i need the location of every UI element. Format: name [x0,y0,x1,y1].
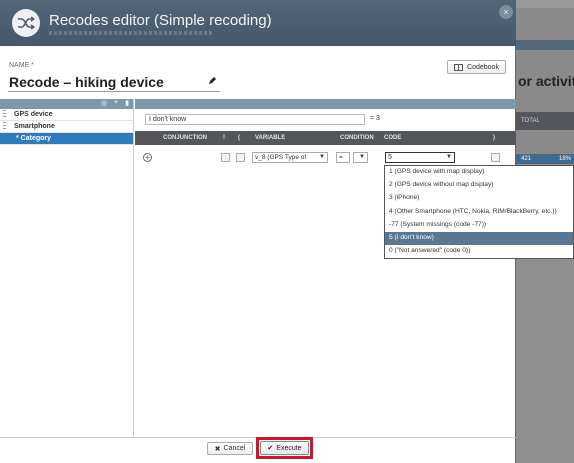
dialog-title: Recodes editor (Simple recoding) [49,12,272,29]
eye-icon[interactable]: ◎ [101,99,107,107]
background-column-header: TOTAL [515,112,574,130]
background-topbar [515,0,574,8]
code-dropdown-list: 1 (GPS device with map display) 2 (GPS d… [384,165,574,259]
tree-item-gps-device[interactable]: GPS device [0,109,133,121]
cancel-label: Cancel [223,445,246,452]
condition-row: + v_8 (GPS Type of ▼ = ▼ 5 ▼ [135,152,516,164]
pencil-icon[interactable] [208,76,217,85]
dialog-titlebar: Recodes editor (Simple recoding) × [0,0,516,46]
tree-item-label: Smartphone [14,123,55,130]
column-not: ! [223,135,225,141]
column-condition: CONDITION [340,135,374,141]
add-condition-icon[interactable]: + [143,153,152,162]
background-row: 421 18% [515,154,574,164]
code-option[interactable]: 4 (Other Smartphone (HTC, Nokia, RIM/Bla… [385,206,573,219]
category-value-label: = 3 [370,115,380,122]
condition-operator-value: = [339,154,343,161]
close-icon: ✖ [214,445,221,453]
codebook-label: Codebook [467,63,499,71]
column-close-paren: ) [493,135,495,141]
name-field[interactable]: Recode – hiking device [8,72,220,92]
code-select-value: 5 [388,154,392,161]
drag-handle-icon[interactable] [3,122,6,131]
open-paren-checkbox[interactable] [236,153,245,162]
variable-select[interactable]: v_8 (GPS Type of ▼ [252,152,328,163]
background-title: or activity [518,73,574,89]
variable-select-value: v_8 (GPS Type of [255,154,307,161]
category-label-input[interactable]: I don't know [145,114,365,125]
tree-item-category[interactable]: * Category [0,133,133,145]
code-select[interactable]: 5 ▼ [385,152,455,163]
chevron-down-icon: ▼ [446,154,452,160]
code-option[interactable]: -77 (System missings (code -77)) [385,219,573,232]
code-option[interactable]: 3 (iPhone) [385,192,573,205]
detail-header [135,99,516,109]
code-option[interactable]: 1 (GPS device with map display) [385,166,573,179]
code-option[interactable]: 2 (GPS device without map display) [385,179,573,192]
shuffle-icon [12,9,40,37]
name-label: NAME * [9,62,34,69]
tree-item-smartphone[interactable]: Smartphone [0,121,133,133]
background-row-count: 421 [521,156,532,162]
column-open-paren: ( [238,135,240,141]
code-option-highlighted[interactable]: 5 (I don't know) [385,231,573,246]
add-icon[interactable]: + [114,99,118,107]
execute-button[interactable]: ✔ Execute [260,441,309,455]
tree-item-label: GPS device [14,111,53,118]
condition-dropdown-toggle[interactable]: ▼ [353,152,368,163]
tree-item-label: * Category [16,135,52,142]
name-value: Recode – hiking device [9,74,164,90]
background-band [515,40,574,50]
column-conjunction: CONJUNCTION [163,135,208,141]
cancel-button[interactable]: ✖ Cancel [207,442,253,455]
drag-handle-icon[interactable] [3,110,6,119]
codebook-button[interactable]: Codebook [447,60,506,74]
recode-detail-panel: I don't know = 3 CONJUNCTION ! ( VARIABL… [135,99,516,437]
chevron-down-icon: ▼ [359,154,365,160]
condition-operator-select[interactable]: = [336,152,350,163]
conditions-header: CONJUNCTION ! ( VARIABLE CONDITION CODE … [135,131,516,145]
close-paren-checkbox[interactable] [491,153,500,162]
checkmark-icon: ✔ [267,445,274,452]
book-icon [454,63,464,71]
close-button[interactable]: × [499,5,513,19]
category-tree-panel: ◎ + ▮ GPS device Smartphone * Category [0,99,134,437]
background-row-percent: 18% [559,156,572,162]
code-option[interactable]: 0 ("Not answered" (code 0)) [385,245,573,258]
execute-label: Execute [276,444,302,452]
column-variable: VARIABLE [255,135,286,141]
delete-icon[interactable]: ▮ [125,99,129,107]
title-decoration [49,31,214,35]
not-checkbox[interactable] [221,153,230,162]
tree-header: ◎ + ▮ [0,99,133,109]
column-code: CODE [384,135,402,141]
chevron-down-icon: ▼ [319,154,325,160]
